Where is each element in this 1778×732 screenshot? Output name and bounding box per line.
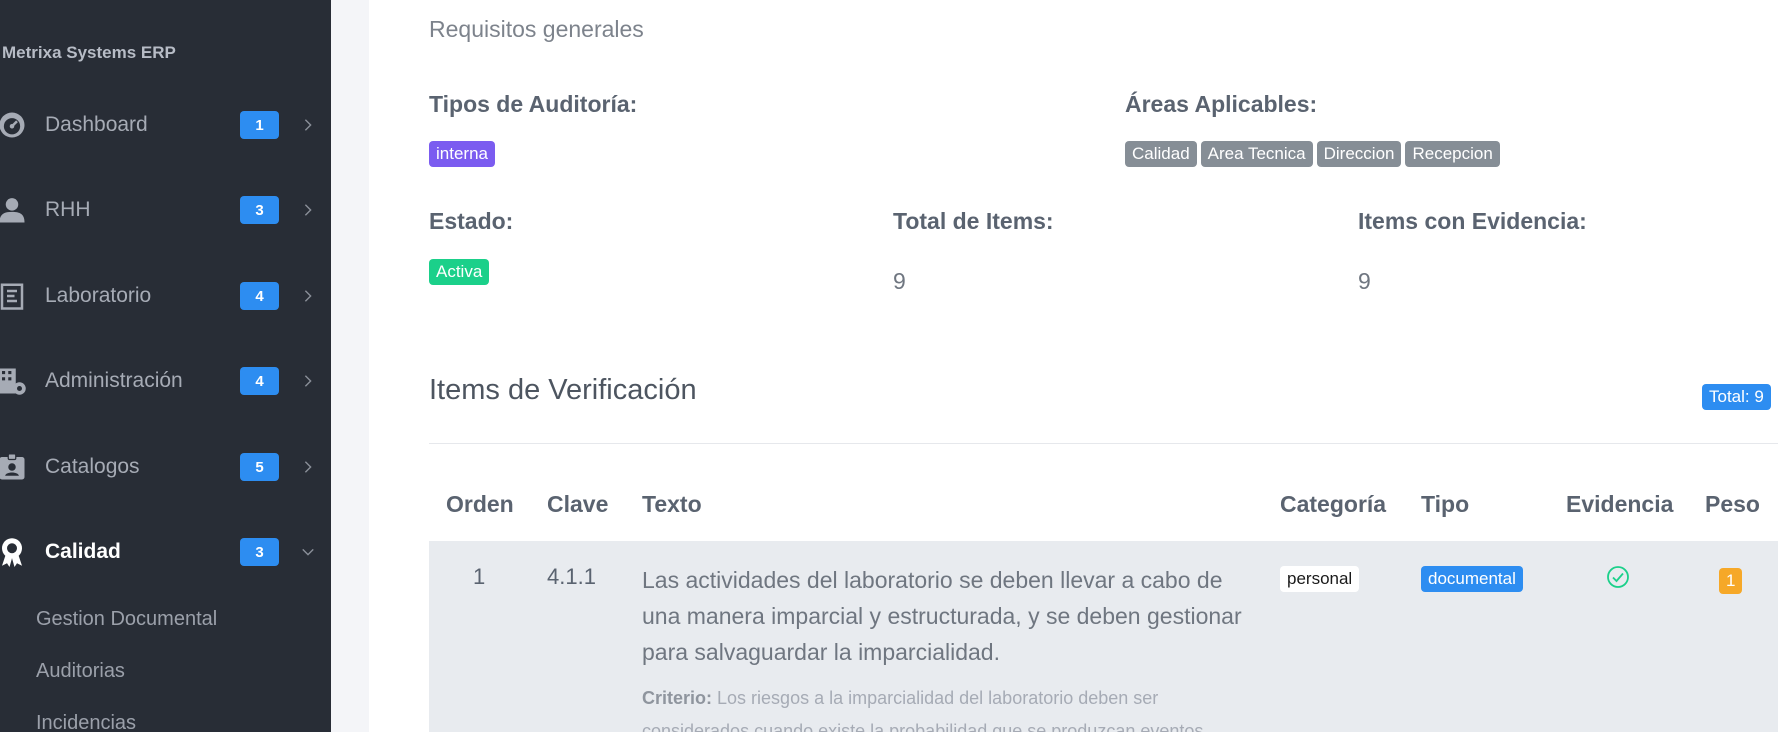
chevron-right-icon bbox=[300, 459, 316, 475]
sidebar-subitem-auditorias[interactable]: Auditorias bbox=[36, 660, 125, 683]
sidebar-subitem-incidencias[interactable]: Incidencias bbox=[36, 712, 136, 732]
weight-badges: 1 bbox=[1719, 568, 1746, 594]
cell-texto: Las actividades del laboratorio se deben… bbox=[642, 567, 1242, 665]
criterio-text: Los riesgos a la imparcialidad del labor… bbox=[642, 688, 1204, 732]
category-badges: personal bbox=[1280, 566, 1363, 592]
chevron-right-icon bbox=[300, 202, 316, 218]
column-header-evidencia[interactable]: Evidencia bbox=[1566, 491, 1673, 518]
sidebar-item-rhh[interactable]: RHH 3 bbox=[0, 182, 331, 238]
total-badge: Total: 9 bbox=[1702, 384, 1771, 410]
area-badge: Recepcion bbox=[1405, 141, 1500, 167]
sidebar-subitem-gestion-documental[interactable]: Gestion Documental bbox=[36, 608, 217, 631]
audit-types-label: Tipos de Auditoría: bbox=[429, 91, 638, 117]
chevron-down-icon bbox=[300, 544, 316, 560]
sidebar-item-label: Laboratorio bbox=[45, 284, 152, 307]
areas-badges: Calidad Area Tecnica Direccion Recepcion bbox=[1125, 141, 1504, 167]
weight-badge: 1 bbox=[1719, 568, 1743, 594]
column-header-texto[interactable]: Texto bbox=[642, 491, 702, 518]
criterio-label: Criterio: bbox=[642, 688, 713, 708]
sidebar-item-label: Dashboard bbox=[45, 113, 148, 136]
count-badge: 4 bbox=[240, 367, 279, 395]
sidebar-item-label: Administración bbox=[45, 369, 183, 392]
sidebar-item-label: Calidad bbox=[45, 540, 121, 563]
audit-types-badges: interna bbox=[429, 141, 499, 167]
divider bbox=[429, 443, 1778, 444]
user-icon bbox=[0, 194, 28, 226]
sidebar-item-catalogos[interactable]: Catalogos 5 bbox=[0, 439, 331, 495]
sidebar-item-calidad[interactable]: Calidad 3 bbox=[0, 524, 331, 580]
check-circle-icon bbox=[1607, 566, 1629, 588]
count-badge: 4 bbox=[240, 282, 279, 310]
sidebar: Metrixa Systems ERP Dashboard 1 RHH 3 La… bbox=[0, 0, 331, 732]
sidebar-item-laboratorio[interactable]: Laboratorio 4 bbox=[0, 268, 331, 324]
type-badge: documental bbox=[1421, 566, 1523, 592]
column-header-categoria[interactable]: Categoría bbox=[1280, 491, 1386, 518]
id-card-icon bbox=[0, 451, 28, 483]
lab-icon bbox=[0, 280, 28, 312]
status-badges: Activa bbox=[429, 259, 493, 285]
total-items-label: Total de Items: bbox=[893, 208, 1054, 234]
dashboard-gauge-icon bbox=[0, 109, 28, 141]
status-badge: Activa bbox=[429, 259, 490, 285]
items-evidence-value: 9 bbox=[1358, 268, 1371, 294]
status-label: Estado: bbox=[429, 208, 514, 234]
column-header-peso[interactable]: Peso bbox=[1705, 491, 1760, 518]
count-badge: 5 bbox=[240, 453, 279, 481]
column-header-clave[interactable]: Clave bbox=[547, 491, 608, 518]
sidebar-item-administracion[interactable]: Administración 4 bbox=[0, 353, 331, 409]
audit-type-badge: interna bbox=[429, 141, 495, 167]
chevron-right-icon bbox=[300, 288, 316, 304]
award-icon bbox=[0, 536, 28, 568]
area-badge: Direccion bbox=[1316, 141, 1402, 167]
section-subtitle: Requisitos generales bbox=[429, 16, 644, 42]
column-header-tipo[interactable]: Tipo bbox=[1421, 491, 1469, 518]
column-header-orden[interactable]: Orden bbox=[446, 491, 514, 518]
sidebar-item-dashboard[interactable]: Dashboard 1 bbox=[0, 97, 331, 153]
sidebar-item-label: RHH bbox=[45, 198, 91, 221]
building-gear-icon bbox=[0, 365, 28, 397]
total-items-value: 9 bbox=[893, 268, 906, 294]
cell-orden: 1 bbox=[473, 564, 486, 589]
type-badges: documental bbox=[1421, 566, 1527, 592]
count-badge: 3 bbox=[240, 538, 279, 566]
chevron-right-icon bbox=[300, 373, 316, 389]
category-badge: personal bbox=[1280, 566, 1360, 592]
cell-criterio: Criterio: Los riesgos a la imparcialidad… bbox=[642, 682, 1262, 732]
area-badge: Calidad bbox=[1125, 141, 1197, 167]
areas-label: Áreas Aplicables: bbox=[1125, 91, 1318, 117]
count-badge: 1 bbox=[240, 111, 279, 139]
sidebar-item-label: Catalogos bbox=[45, 455, 140, 478]
items-evidence-label: Items con Evidencia: bbox=[1358, 208, 1587, 234]
brand-name: Metrixa Systems ERP bbox=[2, 43, 176, 62]
count-badge: 3 bbox=[240, 196, 279, 224]
verification-items-title: Items de Verificación bbox=[429, 374, 697, 406]
cell-clave: 4.1.1 bbox=[547, 564, 596, 589]
chevron-right-icon bbox=[300, 117, 316, 133]
area-badge: Area Tecnica bbox=[1200, 141, 1313, 167]
